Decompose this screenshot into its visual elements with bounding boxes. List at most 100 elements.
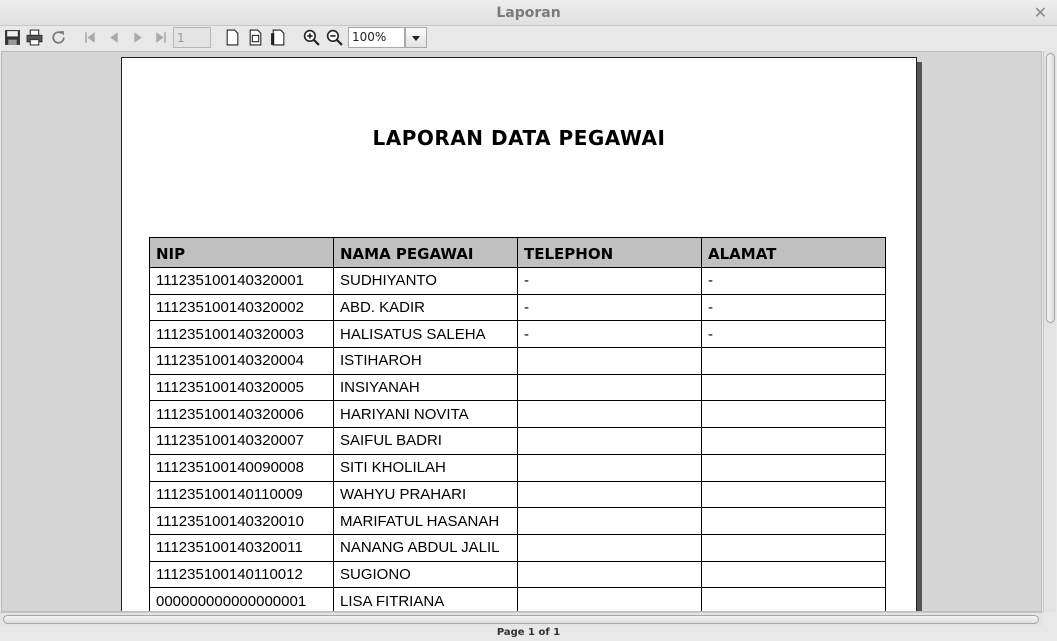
table-row: 111235100140320001 SUDHIYANTO - - [149, 267, 886, 295]
nip-cell: 111235100140320011 [149, 533, 334, 562]
table-row: 111235100140090008 SITI KHOLILAH [149, 453, 886, 482]
nama-pegawai-cell: HARIYANI NOVITA [333, 400, 518, 429]
telephon-cell [517, 507, 702, 535]
alamat-cell [701, 587, 886, 611]
nip-cell: 111235100140320007 [149, 427, 334, 455]
nama-pegawai-cell: WAHYU PRAHARI [333, 480, 518, 509]
column-header-telephon: TELEPHON [517, 237, 702, 268]
telephon-cell [517, 560, 702, 589]
horizontal-scrollbar[interactable] [0, 612, 1043, 626]
reload-icon [52, 31, 65, 44]
nama-pegawai-cell: SITI KHOLILAH [333, 453, 518, 482]
telephon-cell [517, 347, 702, 375]
nip-cell: 111235100140320001 [149, 267, 334, 295]
alamat-cell: - [701, 293, 886, 322]
page-number-input[interactable] [173, 27, 211, 48]
alamat-cell [701, 507, 886, 535]
window-title: Laporan [496, 5, 561, 21]
nip-cell: 111235100140320005 [149, 373, 334, 402]
horizontal-scroll-thumb[interactable] [3, 615, 1039, 624]
telephon-cell [517, 533, 702, 562]
nama-pegawai-cell: HALISATUS SALEHA [333, 320, 518, 349]
nama-pegawai-cell: SUDHIYANTO [333, 267, 518, 295]
table-row: 111235100140320011 NANANG ABDUL JALIL [149, 533, 886, 562]
save-icon [5, 30, 20, 45]
actual-size-button[interactable] [222, 27, 243, 48]
zoom-level-field[interactable]: 100% [348, 27, 405, 48]
nama-pegawai-cell: ISTIHAROH [333, 347, 518, 375]
last-page-button[interactable] [150, 27, 171, 48]
print-icon [26, 29, 43, 46]
print-button[interactable] [24, 27, 45, 48]
reload-button[interactable] [48, 27, 69, 48]
nip-cell: 111235100140320002 [149, 293, 334, 322]
column-header-nip: NIP [149, 237, 334, 268]
fit-page-icon [249, 29, 262, 46]
title-bar[interactable]: Laporan ✕ [0, 0, 1057, 26]
alamat-cell [701, 400, 886, 429]
report-title: LAPORAN DATA PEGAWAI [372, 126, 666, 150]
zoom-out-button[interactable] [324, 27, 345, 48]
zoom-in-button[interactable] [301, 27, 322, 48]
save-button[interactable] [2, 27, 23, 48]
zoom-out-icon [326, 29, 343, 46]
table-row: 111235100140110009 WAHYU PRAHARI [149, 480, 886, 509]
nip-cell: 000000000000000001 [149, 587, 334, 611]
fit-page-button[interactable] [245, 27, 266, 48]
telephon-cell: - [517, 267, 702, 295]
nama-pegawai-cell: ABD. KADIR [333, 293, 518, 322]
nip-cell: 111235100140110012 [149, 560, 334, 589]
toolbar: 100% [0, 26, 1057, 50]
zoom-in-icon [303, 29, 320, 46]
vertical-scrollbar[interactable] [1043, 51, 1056, 612]
telephon-cell: - [517, 320, 702, 349]
nip-cell: 111235100140090008 [149, 453, 334, 482]
table-header-row: NIP NAMA PEGAWAI TELEPHON ALAMAT [149, 237, 886, 268]
first-page-icon [85, 32, 95, 43]
alamat-cell [701, 427, 886, 455]
telephon-cell [517, 453, 702, 482]
table-row: 111235100140320006 HARIYANI NOVITA [149, 400, 886, 429]
vertical-scroll-thumb[interactable] [1046, 53, 1055, 323]
employee-table: NIP NAMA PEGAWAI TELEPHON ALAMAT 1112351… [149, 237, 886, 611]
column-header-alamat: ALAMAT [701, 237, 886, 268]
nama-pegawai-cell: SUGIONO [333, 560, 518, 589]
next-page-button[interactable] [127, 27, 148, 48]
fit-width-button[interactable] [268, 27, 289, 48]
alamat-cell [701, 453, 886, 482]
table-row: 111235100140320003 HALISATUS SALEHA - - [149, 320, 886, 349]
alamat-cell: - [701, 267, 886, 295]
report-viewer-window: Laporan ✕ 1 100% LAPORAN DATA PEGAWAI NI… [0, 0, 1057, 641]
table-row: 111235100140320004 ISTIHAROH [149, 347, 886, 375]
status-bar: Page 1 of 1 [0, 626, 1057, 641]
close-icon[interactable]: ✕ [1034, 3, 1047, 22]
nip-cell: 111235100140320003 [149, 320, 334, 349]
nip-cell: 111235100140110009 [149, 480, 334, 509]
report-viewport[interactable]: LAPORAN DATA PEGAWAI NIP NAMA PEGAWAI TE… [1, 51, 1042, 612]
nama-pegawai-cell: LISA FITRIANA [333, 587, 518, 611]
nama-pegawai-cell: NANANG ABDUL JALIL [333, 533, 518, 562]
telephon-cell [517, 480, 702, 509]
table-row: 111235100140320007 SAIFUL BADRI [149, 427, 886, 455]
zoom-dropdown-button[interactable] [405, 27, 427, 48]
chevron-down-icon [412, 35, 420, 41]
table-row: 000000000000000001 LISA FITRIANA [149, 587, 886, 611]
fit-width-icon [271, 29, 285, 46]
nama-pegawai-cell: INSIYANAH [333, 373, 518, 402]
previous-page-button[interactable] [104, 27, 125, 48]
actual-size-icon [226, 29, 239, 46]
table-row: 111235100140110012 SUGIONO [149, 560, 886, 589]
alamat-cell [701, 533, 886, 562]
previous-page-icon [110, 32, 118, 43]
table-row: 111235100140320010 MARIFATUL HASANAH [149, 507, 886, 535]
nama-pegawai-cell: MARIFATUL HASANAH [333, 507, 518, 535]
table-row: 111235100140320005 INSIYANAH [149, 373, 886, 402]
alamat-cell: - [701, 320, 886, 349]
table-row: 111235100140320002 ABD. KADIR - - [149, 293, 886, 322]
first-page-button[interactable] [80, 27, 101, 48]
telephon-cell [517, 427, 702, 455]
alamat-cell [701, 560, 886, 589]
report-page: LAPORAN DATA PEGAWAI NIP NAMA PEGAWAI TE… [121, 57, 917, 611]
alamat-cell [701, 347, 886, 375]
column-header-nama-pegawai: NAMA PEGAWAI [333, 237, 518, 268]
